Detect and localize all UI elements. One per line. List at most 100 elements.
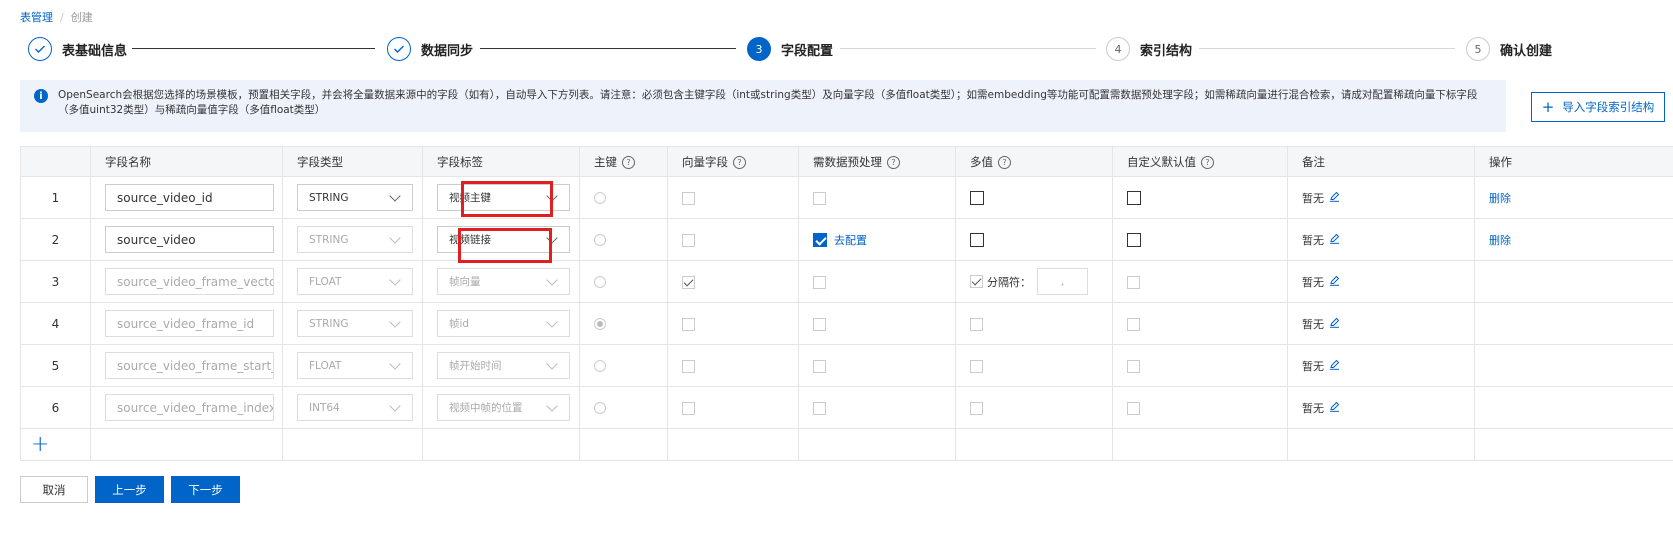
field-tag-value: 帧向量 <box>449 276 481 288</box>
multi-value-checkbox[interactable] <box>970 190 984 205</box>
edit-icon[interactable] <box>1329 401 1340 415</box>
step-5: 5 确认创建 <box>1466 36 1552 62</box>
help-icon[interactable]: ? <box>622 155 635 169</box>
preprocess-checkbox <box>813 401 826 415</box>
custom-default-checkbox <box>1127 401 1140 415</box>
step-1: 表基础信息 <box>28 36 127 62</box>
edit-icon[interactable] <box>1329 317 1340 331</box>
highlight-box <box>461 181 553 217</box>
edit-icon[interactable] <box>1329 191 1340 205</box>
add-field-button[interactable]: + <box>21 432 49 457</box>
table-row: 5 source_video_frame_start_time FLOAT 帧开… <box>20 344 1673 387</box>
remark-text: 暂无 <box>1302 233 1324 247</box>
remark-text: 暂无 <box>1302 317 1324 331</box>
custom-default-checkbox[interactable] <box>1127 190 1141 205</box>
edit-icon[interactable] <box>1329 233 1340 247</box>
primary-key-radio[interactable] <box>594 192 606 204</box>
field-type-select: FLOAT <box>297 352 413 379</box>
field-name-input: source_video_frame_index <box>105 394 274 421</box>
primary-key-radio[interactable] <box>594 234 606 246</box>
row-index: 2 <box>20 218 91 261</box>
preprocess-checkbox[interactable] <box>813 232 827 247</box>
vector-field-checkbox <box>682 359 695 373</box>
chevron-down-icon <box>389 231 401 244</box>
prev-step-button[interactable]: 上一步 <box>95 476 164 503</box>
chevron-down-icon <box>546 273 558 286</box>
next-step-button[interactable]: 下一步 <box>171 476 240 503</box>
custom-default-checkbox <box>1127 359 1140 373</box>
info-text: OpenSearch会根据您选择的场景模板，预置相关字段，并会将全量数据来源中的… <box>58 89 1478 116</box>
edit-icon[interactable] <box>1329 359 1340 373</box>
field-type-value: STRING <box>309 317 349 330</box>
field-name-input: source_video_frame_id <box>105 310 274 337</box>
field-tag-value: 视频中帧的位置 <box>449 402 523 414</box>
edit-icon[interactable] <box>1329 275 1340 289</box>
primary-key-radio <box>594 402 606 414</box>
header-primary: 主键? <box>579 146 668 177</box>
help-icon[interactable]: ? <box>998 155 1011 169</box>
preprocess-checkbox[interactable] <box>813 191 826 205</box>
chevron-down-icon <box>546 357 558 370</box>
step-connector <box>480 48 736 49</box>
step-label: 表基础信息 <box>62 43 128 59</box>
step-label: 数据同步 <box>421 43 474 59</box>
custom-default-checkbox <box>1127 275 1140 289</box>
header-default: 自定义默认值? <box>1112 146 1288 177</box>
header-tag: 字段标签 <box>422 146 580 177</box>
breadcrumb-current: 创建 <box>70 11 93 24</box>
vector-field-checkbox[interactable] <box>682 233 695 247</box>
header-index <box>20 146 91 177</box>
field-type-select[interactable]: STRING <box>297 184 413 211</box>
field-type-select: STRING <box>297 226 413 253</box>
step-number: 5 <box>1466 37 1490 61</box>
step-connector <box>840 48 1096 49</box>
multi-value-checkbox <box>970 401 983 415</box>
row-index: 5 <box>20 344 91 387</box>
configure-link[interactable]: 去配置 <box>834 234 867 247</box>
custom-default-checkbox[interactable] <box>1127 232 1141 247</box>
multi-value-checkbox <box>970 317 983 331</box>
chevron-down-icon <box>546 399 558 412</box>
action-cell <box>1474 302 1673 345</box>
custom-default-checkbox <box>1127 317 1140 331</box>
step-label: 字段配置 <box>781 43 834 59</box>
header-type: 字段类型 <box>282 146 423 177</box>
chevron-down-icon <box>546 315 558 328</box>
table-row: 4 source_video_frame_id STRING 帧id 暂无 <box>20 302 1673 345</box>
help-icon[interactable]: ? <box>887 155 900 169</box>
cancel-button[interactable]: 取消 <box>20 476 88 503</box>
help-icon[interactable]: ? <box>1201 155 1214 169</box>
breadcrumb-root[interactable]: 表管理 <box>20 11 53 24</box>
plus-icon: + <box>1541 98 1555 116</box>
help-icon[interactable]: ? <box>733 155 746 169</box>
header-preprocess-label: 需数据预处理 <box>813 154 882 169</box>
field-name-input[interactable]: source_video <box>105 226 274 253</box>
multi-value-checkbox <box>970 359 983 373</box>
action-cell <box>1474 386 1673 429</box>
highlight-box <box>458 228 552 263</box>
step-number: 4 <box>1106 37 1130 61</box>
remark-text: 暂无 <box>1302 275 1324 289</box>
field-tag-select: 帧id <box>437 310 570 337</box>
step-4: 4 索引结构 <box>1106 36 1192 62</box>
vector-field-checkbox[interactable] <box>682 191 695 205</box>
step-label: 索引结构 <box>1140 43 1193 59</box>
remark-text: 暂无 <box>1302 401 1324 415</box>
field-type-select: STRING <box>297 310 413 337</box>
row-index: 4 <box>20 302 91 345</box>
header-primary-label: 主键 <box>594 154 617 169</box>
step-2: 数据同步 <box>387 36 473 62</box>
header-remark: 备注 <box>1287 146 1475 177</box>
multi-value-checkbox[interactable] <box>970 232 984 247</box>
import-field-index-button[interactable]: + 导入字段索引结构 <box>1531 92 1665 122</box>
field-type-select: INT64 <box>297 394 413 421</box>
table-row: 2 source_video STRING 视频链接 去配置 暂无 删除 <box>20 218 1673 261</box>
field-tag-value: 帧开始时间 <box>449 360 502 372</box>
field-tag-value: 帧id <box>449 318 470 330</box>
delete-link[interactable]: 删除 <box>1489 192 1511 205</box>
header-default-label: 自定义默认值 <box>1127 154 1196 169</box>
field-name-input[interactable]: source_video_id <box>105 184 274 211</box>
row-index: 6 <box>20 386 91 429</box>
delete-link[interactable]: 删除 <box>1489 234 1511 247</box>
field-tag-select: 帧向量 <box>437 268 570 295</box>
